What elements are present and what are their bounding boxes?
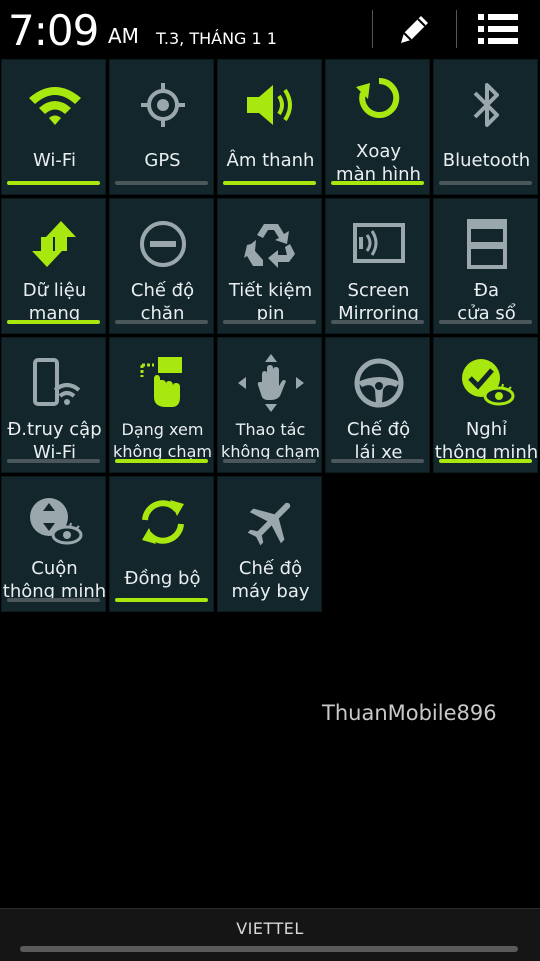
tile-label-line1: Chế độ	[130, 280, 195, 301]
tile-label-line1: Screen	[347, 280, 410, 301]
tile-auto-rotate[interactable]: Xoay màn hình	[325, 59, 430, 195]
tile-label-line1: Chế độ	[346, 419, 411, 440]
tile-air-gesture[interactable]: Thao tác không chạm	[217, 337, 322, 473]
tile-status-bar	[223, 320, 316, 324]
divider	[456, 10, 457, 48]
tile-sound[interactable]: Âm thanh	[217, 59, 322, 195]
tile-status-bar	[7, 598, 100, 602]
tile-label-line1: Cuộn	[31, 558, 78, 579]
clock-ampm: AM	[108, 24, 139, 48]
pencil-icon	[401, 16, 428, 43]
tile-label-line1: Chế độ	[238, 558, 303, 579]
block-icon	[110, 213, 215, 275]
settings-list-button[interactable]	[472, 8, 524, 50]
tile-wifi[interactable]: Wi-Fi	[1, 59, 106, 195]
tile-label-line1: Tiết kiệm	[228, 280, 313, 301]
tile-mobile-data[interactable]: Dữ liệu mạng	[1, 198, 106, 334]
tile-status-bar	[115, 181, 208, 185]
tile-status-bar	[331, 320, 424, 324]
clock: 7:09	[8, 6, 99, 55]
tile-air-view[interactable]: Dạng xem không chạm	[109, 337, 214, 473]
watermark: ThuanMobile896	[322, 701, 497, 725]
air-gesture-icon	[218, 352, 323, 414]
airplane-icon	[218, 491, 323, 553]
tile-status-bar	[7, 320, 100, 324]
tile-label: Đồng bộ	[124, 568, 201, 589]
tile-screen-mirroring[interactable]: Screen Mirroring	[325, 198, 430, 334]
tile-label-line1: Dữ liệu	[22, 280, 87, 301]
steering-wheel-icon	[326, 352, 431, 414]
smart-scroll-icon	[2, 491, 107, 553]
multi-window-icon	[434, 213, 539, 275]
bluetooth-icon	[434, 74, 539, 136]
drag-handle[interactable]	[20, 946, 518, 952]
smart-stay-icon	[434, 352, 539, 414]
status-bar: 7:09 AM T.3, THÁNG 1 1	[0, 0, 540, 58]
tile-label: Âm thanh	[226, 150, 315, 171]
date: T.3, THÁNG 1 1	[156, 29, 277, 48]
tile-wifi-hotspot[interactable]: Đ.truy cập Wi-Fi	[1, 337, 106, 473]
tile-power-saving[interactable]: Tiết kiệm pin	[217, 198, 322, 334]
tile-status-bar	[331, 459, 424, 463]
tile-label-line2: máy bay	[231, 581, 310, 602]
sync-icon	[110, 491, 215, 553]
list-icon	[478, 14, 518, 44]
tile-status-bar	[439, 181, 532, 185]
tile-status-bar	[439, 459, 532, 463]
tile-blocking-mode[interactable]: Chế độ chặn	[109, 198, 214, 334]
air-view-icon	[110, 352, 215, 414]
tile-airplane-mode[interactable]: Chế độ máy bay	[217, 476, 322, 612]
tile-label: GPS	[144, 150, 181, 171]
tile-gps[interactable]: GPS	[109, 59, 214, 195]
notification-footer: VIETTEL	[0, 908, 540, 961]
tile-label: Wi-Fi	[33, 150, 76, 171]
tile-label-line1: Xoay	[355, 141, 402, 162]
tile-status-bar	[7, 181, 100, 185]
divider	[372, 10, 373, 48]
tile-status-bar	[115, 459, 208, 463]
carrier-label: VIETTEL	[236, 919, 304, 938]
tile-status-bar	[115, 598, 208, 602]
tile-multi-window[interactable]: Đa cửa sổ	[433, 198, 538, 334]
tile-label-line1: Đ.truy cập	[7, 419, 102, 440]
edit-button[interactable]	[389, 8, 441, 50]
tile-smart-stay[interactable]: Nghỉ thông minh	[433, 337, 538, 473]
tile-label-line1: Đa	[474, 280, 499, 301]
tile-label-line1: Nghỉ	[465, 419, 508, 440]
hotspot-icon	[2, 352, 107, 414]
wifi-icon	[2, 74, 107, 136]
tile-status-bar	[439, 320, 532, 324]
tile-smart-scroll[interactable]: Cuộn thông minh	[1, 476, 106, 612]
screen-mirroring-icon	[326, 213, 431, 275]
tile-label-line1: Dạng xem	[121, 420, 204, 439]
speaker-icon	[218, 74, 323, 136]
tile-status-bar	[223, 459, 316, 463]
tile-sync[interactable]: Đồng bộ	[109, 476, 214, 612]
tile-status-bar	[115, 320, 208, 324]
recycle-icon	[218, 213, 323, 275]
data-arrows-icon	[2, 213, 107, 275]
tile-status-bar	[7, 459, 100, 463]
tile-status-bar	[331, 181, 424, 185]
tile-label-line1: Thao tác	[235, 420, 306, 439]
gps-icon	[110, 74, 215, 136]
rotate-icon	[326, 70, 431, 126]
tile-bluetooth[interactable]: Bluetooth	[433, 59, 538, 195]
tile-label: Bluetooth	[442, 150, 531, 171]
tile-status-bar	[223, 181, 316, 185]
tile-driving-mode[interactable]: Chế độ lái xe	[325, 337, 430, 473]
